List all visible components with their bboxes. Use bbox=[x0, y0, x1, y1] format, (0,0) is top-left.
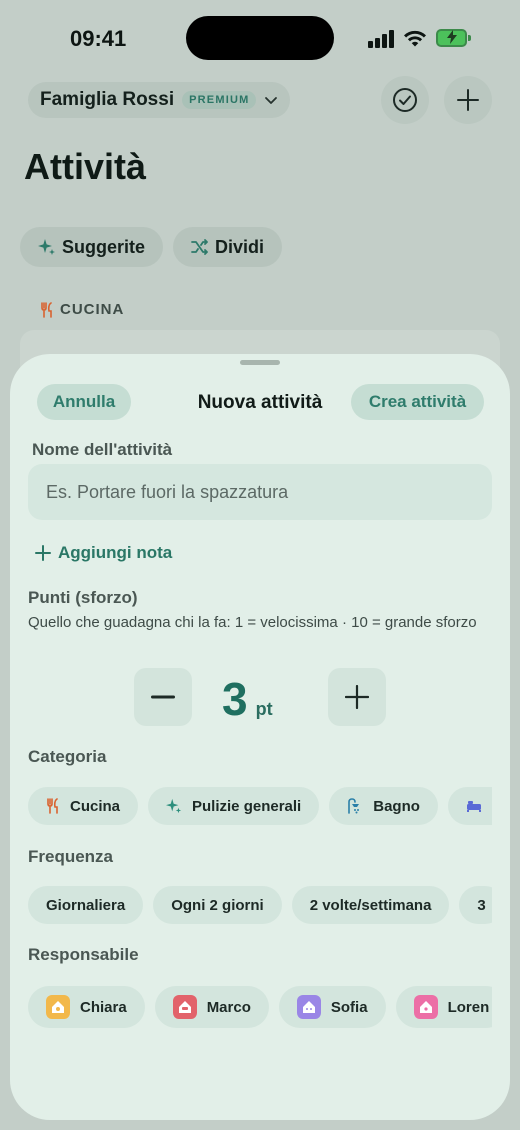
points-label: Punti (sforzo) bbox=[28, 588, 138, 607]
category-label: Categoria bbox=[28, 747, 107, 766]
family-switcher[interactable]: Famiglia Rossi PREMIUM bbox=[28, 82, 291, 118]
dynamic-island bbox=[186, 16, 334, 60]
fork-knife-icon bbox=[41, 301, 52, 318]
increase-points-button[interactable] bbox=[328, 668, 386, 726]
assignee-chip-chiara[interactable]: Chiara bbox=[28, 986, 145, 1028]
frequency-chip-daily[interactable]: Giornaliera bbox=[28, 886, 144, 924]
points-display: 3 pt bbox=[222, 672, 273, 726]
assignee-chip-sofia[interactable]: Sofia bbox=[278, 986, 386, 1028]
category-chip-camera[interactable] bbox=[447, 787, 492, 825]
fork-knife-icon bbox=[47, 798, 58, 814]
status-bar: 09:41 bbox=[0, 0, 520, 80]
frequency-chip-twice-weekly[interactable]: 2 volte/settimana bbox=[291, 886, 450, 924]
chevron-down-icon bbox=[265, 97, 278, 104]
assignee-picker: Chiara Marco Sofia Loren bbox=[28, 986, 492, 1030]
wifi-icon bbox=[404, 30, 426, 47]
section-label: CUCINA bbox=[60, 301, 125, 318]
family-name: Famiglia Rossi bbox=[40, 89, 175, 110]
assignee-name: Loren bbox=[447, 998, 490, 1016]
page-title: Attività bbox=[24, 146, 147, 187]
sheet-grabber[interactable] bbox=[240, 360, 280, 365]
suggested-chip[interactable]: Suggerite bbox=[20, 227, 164, 267]
bed-icon bbox=[466, 801, 481, 812]
assignee-label: Responsabile bbox=[28, 945, 139, 964]
new-task-sheet: Annulla Nuova attività Crea attività Nom… bbox=[10, 354, 510, 1120]
minus-icon bbox=[151, 695, 175, 699]
frequency-picker: Giornaliera Ogni 2 giorni 2 volte/settim… bbox=[28, 886, 492, 926]
add-note-label: Aggiungi nota bbox=[58, 543, 173, 562]
assignee-name: Chiara bbox=[80, 998, 127, 1016]
status-time: 09:41 bbox=[70, 26, 127, 51]
assignee-chip-loren[interactable]: Loren bbox=[395, 986, 492, 1028]
task-name-input[interactable] bbox=[28, 464, 492, 520]
cancel-button[interactable]: Annulla bbox=[37, 384, 131, 420]
create-task-button[interactable]: Crea attività bbox=[351, 384, 484, 420]
category-chip-bagno[interactable]: Bagno bbox=[329, 787, 438, 825]
plus-icon bbox=[457, 89, 479, 111]
suggested-chip-label: Suggerite bbox=[62, 236, 146, 257]
add-task-button[interactable] bbox=[444, 76, 492, 124]
frequency-label: Frequenza bbox=[28, 847, 114, 866]
assignee-chip-marco[interactable]: Marco bbox=[154, 986, 269, 1028]
cellular-signal-icon bbox=[368, 30, 396, 48]
category-picker: Cucina Pulizie generali Bagno bbox=[28, 787, 492, 827]
task-name-label: Nome dell'attività bbox=[32, 440, 173, 459]
plus-icon bbox=[345, 685, 369, 709]
complete-tasks-button[interactable] bbox=[381, 76, 429, 124]
split-chip-label: Dividi bbox=[215, 236, 265, 257]
sparkles-icon bbox=[166, 798, 182, 814]
category-chip-label: Pulizie generali bbox=[192, 797, 302, 815]
category-chip-pulizie[interactable]: Pulizie generali bbox=[148, 787, 320, 825]
decrease-points-button[interactable] bbox=[134, 668, 192, 726]
shower-icon bbox=[348, 798, 360, 814]
category-chip-cucina[interactable]: Cucina bbox=[28, 787, 139, 825]
frequency-chip-every-2-days[interactable]: Ogni 2 giorni bbox=[153, 886, 282, 924]
check-circle-icon bbox=[393, 88, 417, 112]
add-note-button[interactable]: Aggiungi nota bbox=[34, 543, 172, 563]
shuffle-icon bbox=[191, 239, 208, 255]
sheet-title: Nuova attività bbox=[197, 392, 323, 413]
category-chip-label: Bagno bbox=[373, 797, 420, 815]
section-header-kitchen: CUCINA bbox=[40, 301, 124, 318]
points-value: 3 bbox=[222, 673, 248, 725]
split-chip[interactable]: Dividi bbox=[173, 227, 283, 267]
assignee-name: Sofia bbox=[330, 998, 368, 1016]
house-avatar-icon bbox=[172, 995, 197, 1019]
points-hint: Quello che guadagna chi la fa: 1 = veloc… bbox=[28, 614, 477, 631]
category-chip-label: Cucina bbox=[70, 797, 121, 815]
points-unit: pt bbox=[255, 699, 273, 719]
house-avatar-icon bbox=[296, 995, 321, 1019]
assignee-name: Marco bbox=[206, 998, 251, 1016]
house-avatar-icon bbox=[46, 995, 70, 1019]
plus-icon bbox=[35, 545, 51, 561]
sparkles-icon bbox=[38, 239, 55, 255]
house-avatar-icon bbox=[413, 995, 438, 1019]
battery-charging-icon bbox=[436, 29, 472, 47]
premium-badge: PREMIUM bbox=[182, 91, 257, 109]
frequency-chip-more[interactable]: 3 bbox=[459, 886, 492, 924]
